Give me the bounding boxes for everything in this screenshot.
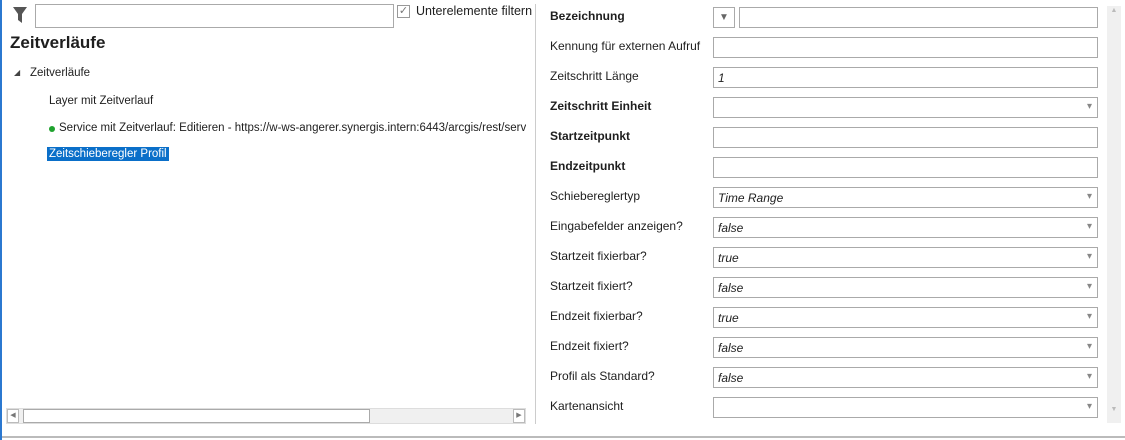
tree-item-selected[interactable]: Zeitschieberegler Profil: [47, 147, 169, 161]
field-value: true: [718, 311, 739, 325]
field-dropdown[interactable]: [713, 397, 1098, 418]
filter-children-checkbox[interactable]: ✓: [397, 5, 410, 18]
tree-item-layer[interactable]: Layer mit Zeitverlauf: [49, 95, 153, 107]
field-label: Zeitschritt Länge: [550, 69, 639, 83]
tree-item-service[interactable]: Service mit Zeitverlauf: Editieren - htt…: [59, 122, 526, 134]
field-dropdown[interactable]: false: [713, 277, 1098, 298]
scroll-up-button[interactable]: ▲: [1108, 7, 1120, 21]
field-label: Profil als Standard?: [550, 369, 655, 383]
filter-input[interactable]: [35, 4, 394, 28]
horizontal-scrollbar[interactable]: ◀ ▶: [6, 408, 526, 424]
field-dropdown[interactable]: true: [713, 307, 1098, 328]
field-label: Endzeitpunkt: [550, 159, 626, 173]
field-value: false: [718, 341, 744, 355]
tree-root[interactable]: Zeitverläufe: [30, 67, 90, 79]
scroll-left-button[interactable]: ◀: [7, 409, 19, 423]
field-input[interactable]: [739, 7, 1098, 28]
field-label: Startzeitpunkt: [550, 129, 631, 143]
field-input[interactable]: [713, 127, 1098, 148]
filter-icon[interactable]: [12, 6, 28, 24]
field-label: Schiebereglertyp: [550, 189, 641, 203]
scroll-down-button[interactable]: ▼: [1108, 406, 1120, 420]
field-value: Time Range: [718, 191, 784, 205]
field-label: Startzeit fixierbar?: [550, 249, 647, 263]
field-input[interactable]: [713, 157, 1098, 178]
filter-children-label[interactable]: Unterelemente filtern: [416, 4, 532, 18]
collapse-arrow-icon[interactable]: ◢: [14, 68, 20, 77]
field-label: Zeitschritt Einheit: [550, 99, 652, 113]
field-label: Kartenansicht: [550, 399, 624, 413]
field-value: true: [718, 251, 739, 265]
field-label: Bezeichnung: [550, 9, 625, 23]
field-dropdown[interactable]: true: [713, 247, 1098, 268]
field-value: false: [718, 281, 744, 295]
field-label: Kennung für externen Aufruf: [550, 39, 701, 53]
field-value: false: [718, 221, 744, 235]
bottom-border: [2, 436, 1125, 438]
language-dropdown-button[interactable]: ▼: [713, 7, 735, 28]
status-dot-icon: [49, 126, 55, 132]
splitter[interactable]: [535, 4, 536, 424]
field-label: Endzeit fixiert?: [550, 339, 629, 353]
field-label: Endzeit fixierbar?: [550, 309, 643, 323]
vertical-scrollbar[interactable]: ▲ ▼: [1107, 6, 1121, 423]
scroll-thumb[interactable]: [23, 409, 370, 423]
field-value: false: [718, 371, 744, 385]
field-value: 1: [718, 71, 725, 85]
field-dropdown[interactable]: false: [713, 217, 1098, 238]
page-title: Zeitverläufe: [10, 33, 106, 52]
field-dropdown[interactable]: [713, 97, 1098, 118]
scroll-right-button[interactable]: ▶: [513, 409, 525, 423]
field-dropdown[interactable]: false: [713, 367, 1098, 388]
field-input[interactable]: 1: [713, 67, 1098, 88]
field-dropdown[interactable]: false: [713, 337, 1098, 358]
field-input[interactable]: [713, 37, 1098, 58]
field-dropdown[interactable]: Time Range: [713, 187, 1098, 208]
field-label: Eingabefelder anzeigen?: [550, 219, 683, 233]
field-label: Startzeit fixiert?: [550, 279, 633, 293]
